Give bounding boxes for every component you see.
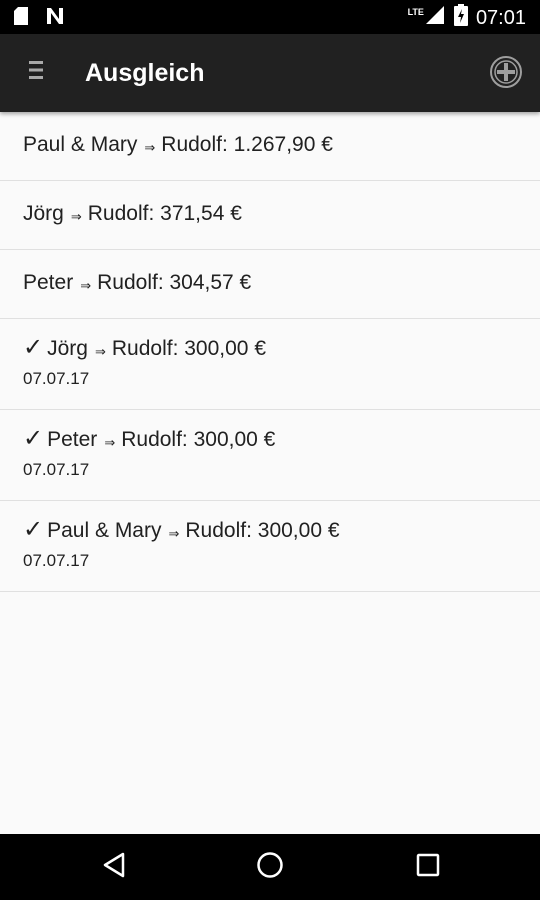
- settlement-list: Paul & Mary ⇒ Rudolf: 1.267,90 € Jörg ⇒ Rudo…: [0, 112, 540, 592]
- menu-button[interactable]: [18, 54, 54, 90]
- checkmark-icon: ✓: [23, 425, 44, 452]
- payee-name: Rudolf: [87, 202, 149, 225]
- payer-name: Jörg: [47, 337, 88, 360]
- payer-name: Peter: [23, 271, 74, 294]
- back-icon: [101, 852, 127, 883]
- settlement-amount: 304,57 €: [169, 271, 252, 294]
- back-button[interactable]: [94, 847, 134, 887]
- clock: 07:01: [475, 6, 526, 29]
- arrow-icon: ⇒: [168, 526, 180, 541]
- home-icon: [256, 851, 284, 884]
- battery-charging-icon: [453, 4, 468, 31]
- settlement-amount: 300,00 €: [257, 519, 340, 542]
- status-bar-left: [14, 7, 64, 30]
- add-button[interactable]: [488, 55, 524, 94]
- system-nav-bar: [0, 834, 540, 900]
- status-bar: LTE 07:01: [0, 0, 540, 34]
- network-type-label: LTE: [407, 6, 424, 17]
- payee-name: Rudolf: [111, 337, 173, 360]
- settlement-line: ✓ Jörg ⇒ Rudolf: 300,00 €: [23, 334, 266, 361]
- settlement-item-done[interactable]: ✓ Peter ⇒ Rudolf: 300,00 € 07.07.17: [0, 410, 540, 501]
- recents-icon: [416, 853, 440, 882]
- status-bar-right: LTE 07:01: [408, 4, 526, 31]
- settlement-line: ✓ Peter ⇒ Rudolf: 300,00 €: [23, 425, 276, 452]
- settlement-item[interactable]: Peter ⇒ Rudolf: 304,57 €: [0, 250, 540, 319]
- payee-name: Rudolf: [121, 428, 182, 451]
- payer-name: Jörg: [23, 202, 64, 225]
- payee-name: Rudolf: [185, 519, 247, 542]
- arrow-icon: ⇒: [104, 435, 116, 450]
- payee-name: Rudolf: [97, 271, 158, 294]
- settlement-item[interactable]: Jörg ⇒ Rudolf: 371,54 €: [0, 181, 540, 250]
- signal-icon: [424, 4, 446, 31]
- payer-name: Peter: [47, 428, 98, 451]
- arrow-icon: ⇒: [144, 140, 156, 155]
- settlement-date: 07.07.17: [23, 369, 90, 388]
- settlement-amount: 371,54 €: [160, 202, 242, 225]
- menu-icon: [27, 58, 45, 87]
- settlement-date: 07.07.17: [23, 551, 90, 570]
- arrow-icon: ⇒: [80, 278, 92, 293]
- app-bar: Ausgleich: [0, 34, 540, 112]
- checkmark-icon: ✓: [23, 516, 44, 543]
- sd-card-icon: [14, 7, 28, 30]
- settlement-amount: 300,00 €: [193, 428, 276, 451]
- payee-name: Rudolf: [161, 133, 222, 156]
- settlement-item-done[interactable]: ✓ Jörg ⇒ Rudolf: 300,00 € 07.07.17: [0, 319, 540, 410]
- arrow-icon: ⇒: [70, 209, 82, 224]
- page-title: Ausgleich: [85, 59, 205, 87]
- settlement-amount: 1.267,90 €: [233, 133, 333, 156]
- settlement-line: Paul & Mary ⇒ Rudolf: 1.267,90 €: [23, 133, 333, 156]
- add-circle-icon: [489, 55, 523, 94]
- recents-button[interactable]: [408, 847, 448, 887]
- notification-n-icon: [46, 7, 64, 30]
- settlement-line: Jörg ⇒ Rudolf: 371,54 €: [23, 202, 242, 225]
- settlement-item[interactable]: Paul & Mary ⇒ Rudolf: 1.267,90 €: [0, 112, 540, 181]
- settlement-line: Peter ⇒ Rudolf: 304,57 €: [23, 271, 252, 294]
- checkmark-icon: ✓: [23, 334, 44, 361]
- settlement-date: 07.07.17: [23, 460, 90, 479]
- home-button[interactable]: [250, 847, 290, 887]
- payer-name: Paul & Mary: [23, 133, 138, 156]
- settlement-amount: 300,00 €: [184, 337, 266, 360]
- arrow-icon: ⇒: [94, 344, 106, 359]
- settlement-line: ✓ Paul & Mary ⇒ Rudolf: 300,00 €: [23, 516, 340, 543]
- payer-name: Paul & Mary: [47, 519, 162, 542]
- settlement-item-done[interactable]: ✓ Paul & Mary ⇒ Rudolf: 300,00 € 07.07.17: [0, 501, 540, 592]
